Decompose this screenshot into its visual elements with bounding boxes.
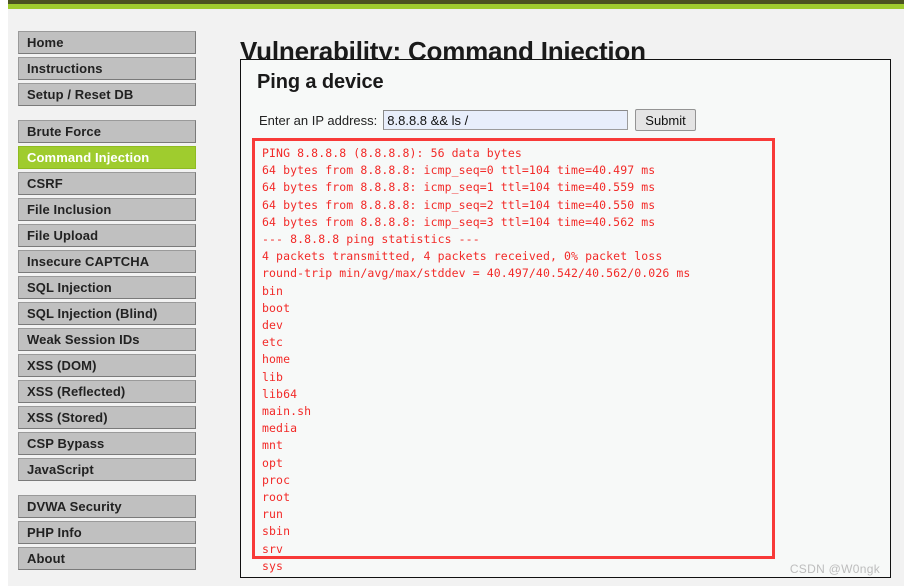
page-root: Home Instructions Setup / Reset DB Brute Fo…: [0, 0, 904, 586]
ping-form: Enter an IP address: Submit: [259, 109, 890, 131]
sidebar-group-1: Brute Force Command Injection CSRF File Inc…: [18, 120, 208, 481]
sidebar-item-csrf[interactable]: CSRF: [18, 172, 196, 195]
sidebar-item-sql-injection-blind[interactable]: SQL Injection (Blind): [18, 302, 196, 325]
sidebar-item-sql-injection[interactable]: SQL Injection: [18, 276, 196, 299]
sidebar-item-weak-session-ids[interactable]: Weak Session IDs: [18, 328, 196, 351]
sidebar-item-php-info[interactable]: PHP Info: [18, 521, 196, 544]
sidebar-item-javascript[interactable]: JavaScript: [18, 458, 196, 481]
sidebar-item-instructions[interactable]: Instructions: [18, 57, 196, 80]
sidebar-item-brute-force[interactable]: Brute Force: [18, 120, 196, 143]
sidebar-item-csp-bypass[interactable]: CSP Bypass: [18, 432, 196, 455]
command-output-text: PING 8.8.8.8 (8.8.8.8): 56 data bytes 64…: [262, 146, 691, 577]
watermark: CSDN @W0ngk: [789, 562, 880, 576]
sidebar-item-home[interactable]: Home: [18, 31, 196, 54]
sidebar-item-file-inclusion[interactable]: File Inclusion: [18, 198, 196, 221]
sidebar-item-file-upload[interactable]: File Upload: [18, 224, 196, 247]
sidebar-item-xss-reflected[interactable]: XSS (Reflected): [18, 380, 196, 403]
page-body: Home Instructions Setup / Reset DB Brute Fo…: [8, 9, 904, 586]
vulnerability-panel: Ping a device Enter an IP address: Submi…: [240, 59, 891, 578]
submit-button[interactable]: Submit: [635, 109, 696, 131]
sidebar-item-about[interactable]: About: [18, 547, 196, 570]
command-output-box: PING 8.8.8.8 (8.8.8.8): 56 data bytes 64…: [252, 138, 775, 577]
sidebar-group-0: Home Instructions Setup / Reset DB: [18, 31, 208, 106]
sidebar-nav: Home Instructions Setup / Reset DB Brute Fo…: [18, 31, 208, 584]
sidebar-item-command-injection[interactable]: Command Injection: [18, 146, 196, 169]
top-accent-bar: [8, 0, 904, 9]
sidebar-item-dvwa-security[interactable]: DVWA Security: [18, 495, 196, 518]
section-title: Ping a device: [257, 71, 384, 93]
sidebar-item-insecure-captcha[interactable]: Insecure CAPTCHA: [18, 250, 196, 273]
sidebar-item-xss-dom[interactable]: XSS (DOM): [18, 354, 196, 377]
sidebar-item-xss-stored[interactable]: XSS (Stored): [18, 406, 196, 429]
main-content: Vulnerability: Command Injection Ping a …: [232, 9, 896, 586]
ip-address-input[interactable]: [383, 110, 629, 130]
sidebar-group-2: DVWA Security PHP Info About: [18, 495, 208, 570]
sidebar-item-setup-reset-db[interactable]: Setup / Reset DB: [18, 83, 196, 106]
ip-address-label: Enter an IP address:: [259, 112, 378, 128]
